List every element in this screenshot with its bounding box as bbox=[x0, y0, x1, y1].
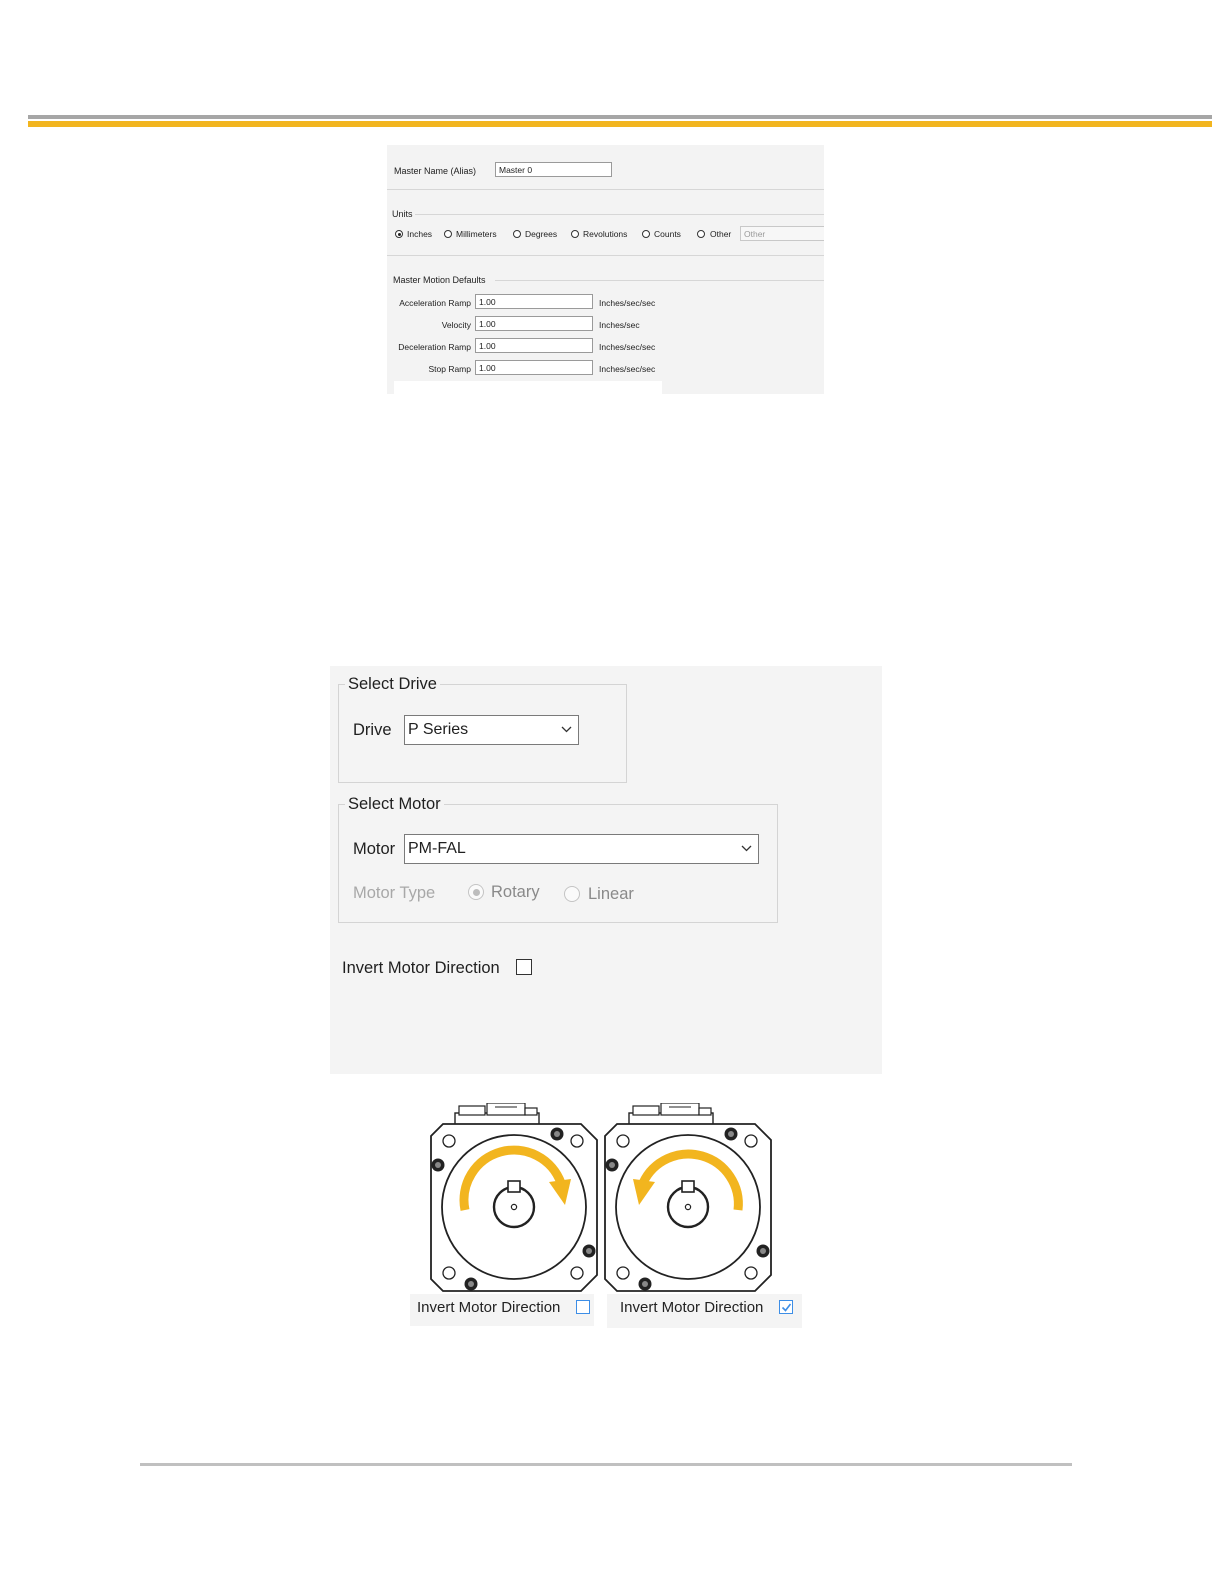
acceleration-ramp-unit: Inches/sec/sec bbox=[599, 298, 656, 308]
master-settings-panel: Master Name (Alias) Master 0 Units Inche… bbox=[387, 145, 824, 394]
unit-radio-inches[interactable] bbox=[395, 230, 403, 238]
header-rule-gray bbox=[28, 115, 1212, 119]
drive-select[interactable]: P Series bbox=[404, 715, 579, 745]
left-caption-label: Invert Motor Direction bbox=[417, 1299, 561, 1316]
motion-defaults-border bbox=[495, 280, 824, 281]
drive-label: Drive bbox=[353, 721, 392, 739]
unit-radio-millimeters[interactable] bbox=[444, 230, 452, 238]
unit-radio-other[interactable] bbox=[697, 230, 705, 238]
unit-label-inches: Inches bbox=[407, 229, 433, 239]
velocity-unit: Inches/sec bbox=[599, 320, 640, 330]
velocity-label: Velocity bbox=[441, 320, 471, 330]
acceleration-ramp-input[interactable]: 1.00 bbox=[475, 294, 593, 309]
acceleration-ramp-label: Acceleration Ramp bbox=[399, 298, 471, 308]
checkmark-icon bbox=[781, 1303, 791, 1312]
units-group-title: Units bbox=[392, 209, 413, 219]
deceleration-ramp-label: Deceleration Ramp bbox=[398, 342, 471, 352]
divider bbox=[387, 189, 824, 190]
motor-type-rotary-radio[interactable] bbox=[468, 884, 484, 900]
right-caption-label: Invert Motor Direction bbox=[620, 1299, 764, 1316]
right-caption: Invert Motor Direction bbox=[607, 1294, 802, 1328]
left-invert-checkbox[interactable] bbox=[576, 1300, 590, 1314]
motor-cw-illustration bbox=[429, 1101, 599, 1293]
chevron-down-icon bbox=[561, 726, 572, 733]
divider bbox=[387, 255, 824, 256]
deceleration-ramp-input[interactable]: 1.00 bbox=[475, 338, 593, 353]
unit-radio-revolutions[interactable] bbox=[571, 230, 579, 238]
velocity-input[interactable]: 1.00 bbox=[475, 316, 593, 331]
stop-ramp-input[interactable]: 1.00 bbox=[475, 360, 593, 375]
right-invert-checkbox[interactable] bbox=[779, 1300, 793, 1314]
stop-ramp-unit: Inches/sec/sec bbox=[599, 364, 656, 374]
units-group-border bbox=[415, 214, 824, 215]
drive-select-value: P Series bbox=[408, 721, 469, 738]
unit-label-counts: Counts bbox=[654, 229, 681, 239]
footer-rule bbox=[140, 1463, 1072, 1466]
unit-label-other: Other bbox=[710, 229, 732, 239]
unit-label-revolutions: Revolutions bbox=[583, 229, 628, 239]
motor-illustrations bbox=[429, 1101, 773, 1293]
master-name-label: Master Name (Alias) bbox=[394, 166, 477, 176]
motor-direction-diagram bbox=[425, 1101, 777, 1295]
other-unit-input[interactable]: Other bbox=[740, 226, 824, 241]
select-motor-title: Select Motor bbox=[345, 795, 444, 814]
deceleration-ramp-unit: Inches/sec/sec bbox=[599, 342, 656, 352]
motor-ccw-illustration bbox=[603, 1101, 773, 1293]
invert-direction-checkbox[interactable] bbox=[516, 959, 532, 975]
unit-radio-counts[interactable] bbox=[642, 230, 650, 238]
master-name-input[interactable]: Master 0 bbox=[495, 162, 612, 177]
unit-label-millimeters: Millimeters bbox=[456, 229, 497, 239]
chevron-down-icon bbox=[741, 845, 752, 852]
drive-motor-panel: Select Drive Drive P Series Select Motor… bbox=[330, 666, 882, 1074]
left-caption: Invert Motor Direction bbox=[410, 1294, 594, 1326]
motor-select[interactable]: PM-FAL bbox=[404, 834, 759, 864]
panel-strip bbox=[394, 381, 662, 394]
unit-radio-degrees[interactable] bbox=[513, 230, 521, 238]
motor-type-label: Motor Type bbox=[353, 884, 436, 902]
motor-type-linear-label: Linear bbox=[588, 885, 634, 903]
motion-defaults-title: Master Motion Defaults bbox=[393, 275, 486, 285]
motor-type-rotary-label: Rotary bbox=[491, 883, 540, 901]
select-drive-title: Select Drive bbox=[345, 675, 440, 694]
unit-label-degrees: Degrees bbox=[525, 229, 558, 239]
invert-direction-label: Invert Motor Direction bbox=[342, 959, 500, 977]
motor-label: Motor bbox=[353, 840, 396, 858]
header-rule-gold bbox=[28, 121, 1212, 127]
motor-select-value: PM-FAL bbox=[408, 840, 466, 857]
motor-type-linear-radio[interactable] bbox=[564, 886, 580, 902]
stop-ramp-label: Stop Ramp bbox=[428, 364, 471, 374]
